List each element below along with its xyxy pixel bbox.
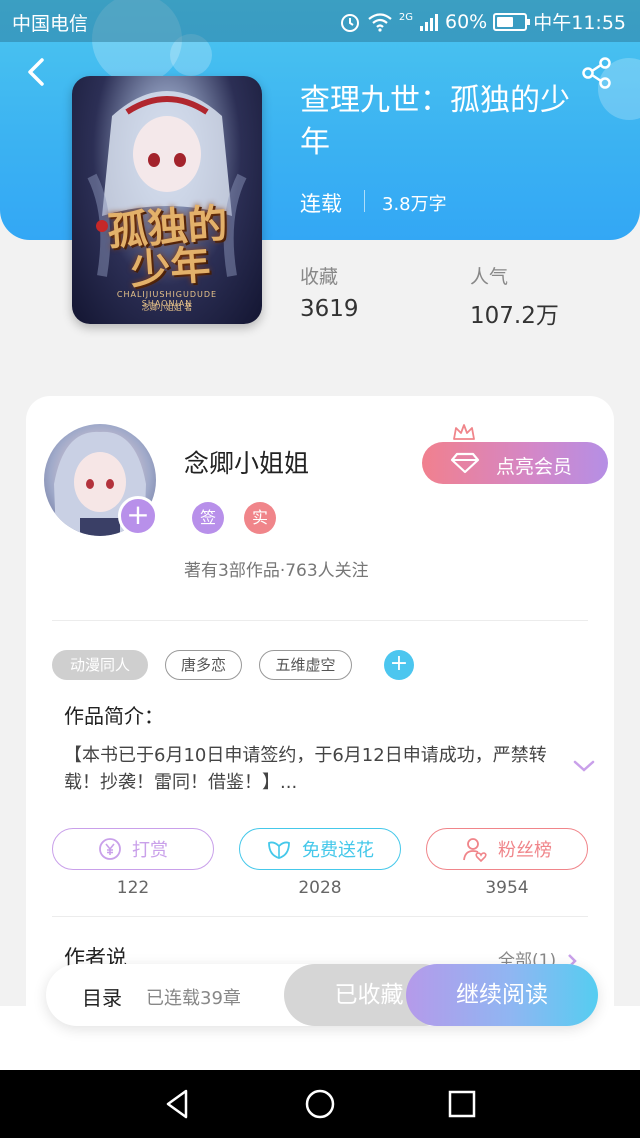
favorites-label: 收藏 <box>300 266 339 288</box>
tag-chip[interactable]: 动漫同人 <box>52 650 148 680</box>
word-count: 3.8万字 <box>382 194 447 215</box>
cover-author: 念卿小姐姐 著 <box>141 303 193 312</box>
battery-fill <box>497 16 514 27</box>
intro-text[interactable]: 【本书已于6月10日申请签约，于6月12日申请成功，严禁转载！抄袭！雷同！借鉴！… <box>64 742 564 796</box>
send-flower-label: 免费送花 <box>302 840 374 861</box>
intro-title: 作品简介： <box>64 704 164 728</box>
reward-count: 122 <box>116 878 150 898</box>
status-icons: 2G 60% 中午11:55 <box>339 8 626 35</box>
serial-info[interactable]: 已连载39章 <box>146 984 241 1010</box>
author-info: 著有3部作品·763人关注 <box>184 561 369 581</box>
network-type: 2G <box>398 12 413 23</box>
flower-count: 2028 <box>298 878 342 898</box>
catalog-button[interactable]: 目录 <box>82 982 122 1011</box>
send-flower-button[interactable]: 免费送花 <box>239 828 401 870</box>
battery-percent: 60% <box>445 10 488 33</box>
chevron-down-icon[interactable] <box>572 758 596 774</box>
tag-chip[interactable]: 五维虚空 <box>259 650 352 680</box>
battery-icon <box>493 12 531 31</box>
circle-home-icon[interactable] <box>302 1086 338 1122</box>
fan-ranking-label: 粉丝榜 <box>498 840 552 861</box>
tag-chip[interactable]: 唐多恋 <box>165 650 242 680</box>
vip-button[interactable]: 点亮会员 <box>422 442 608 484</box>
crown-icon <box>453 424 475 440</box>
triangle-back-icon[interactable] <box>160 1086 196 1122</box>
yen-icon <box>99 838 121 860</box>
reward-button[interactable]: 打赏 <box>52 828 214 870</box>
favorites-value: 3619 <box>300 296 359 322</box>
status-divider <box>364 190 365 212</box>
continue-reading-button[interactable]: 继续阅读 <box>406 964 598 1026</box>
popularity-label: 人气 <box>470 266 509 288</box>
signed-badge: 签 <box>192 502 224 534</box>
author-name[interactable]: 念卿小姐姐 <box>184 444 309 480</box>
carrier-label: 中国电信 <box>12 13 89 35</box>
divider <box>52 916 588 917</box>
signal-icon <box>420 13 438 31</box>
square-recent-icon[interactable] <box>444 1086 480 1122</box>
fan-count: 3954 <box>485 878 529 898</box>
book-cover[interactable]: 孤独的少年 CHALIJIUSHIGUDUDE SHAONIAN 念卿小姐姐 著 <box>72 76 262 324</box>
cover-title: 孤独的少年 <box>106 199 230 294</box>
divider <box>52 620 588 621</box>
fan-ranking-button[interactable]: 粉丝榜 <box>426 828 588 870</box>
clock: 中午11:55 <box>533 12 626 34</box>
vip-label: 点亮会员 <box>496 456 573 478</box>
follow-author-button[interactable]: + <box>118 496 158 536</box>
chevron-left-icon[interactable] <box>22 56 52 88</box>
book-title: 查理九世：孤独的少年 <box>300 83 570 160</box>
add-tag-button[interactable]: + <box>384 650 414 680</box>
alarm-icon <box>340 13 359 32</box>
popularity-value: 107.2万 <box>470 303 559 329</box>
wifi-icon <box>368 12 392 32</box>
status-bar: 中国电信 2G 60% 中午11:55 <box>0 0 640 42</box>
diamond-icon <box>450 452 480 474</box>
battery-nub <box>527 18 531 25</box>
verified-badge: 实 <box>244 502 276 534</box>
reward-label: 打赏 <box>132 840 168 861</box>
book-status: 连载 <box>300 192 342 216</box>
flower-icon <box>268 841 290 859</box>
user-heart-icon <box>463 838 487 862</box>
